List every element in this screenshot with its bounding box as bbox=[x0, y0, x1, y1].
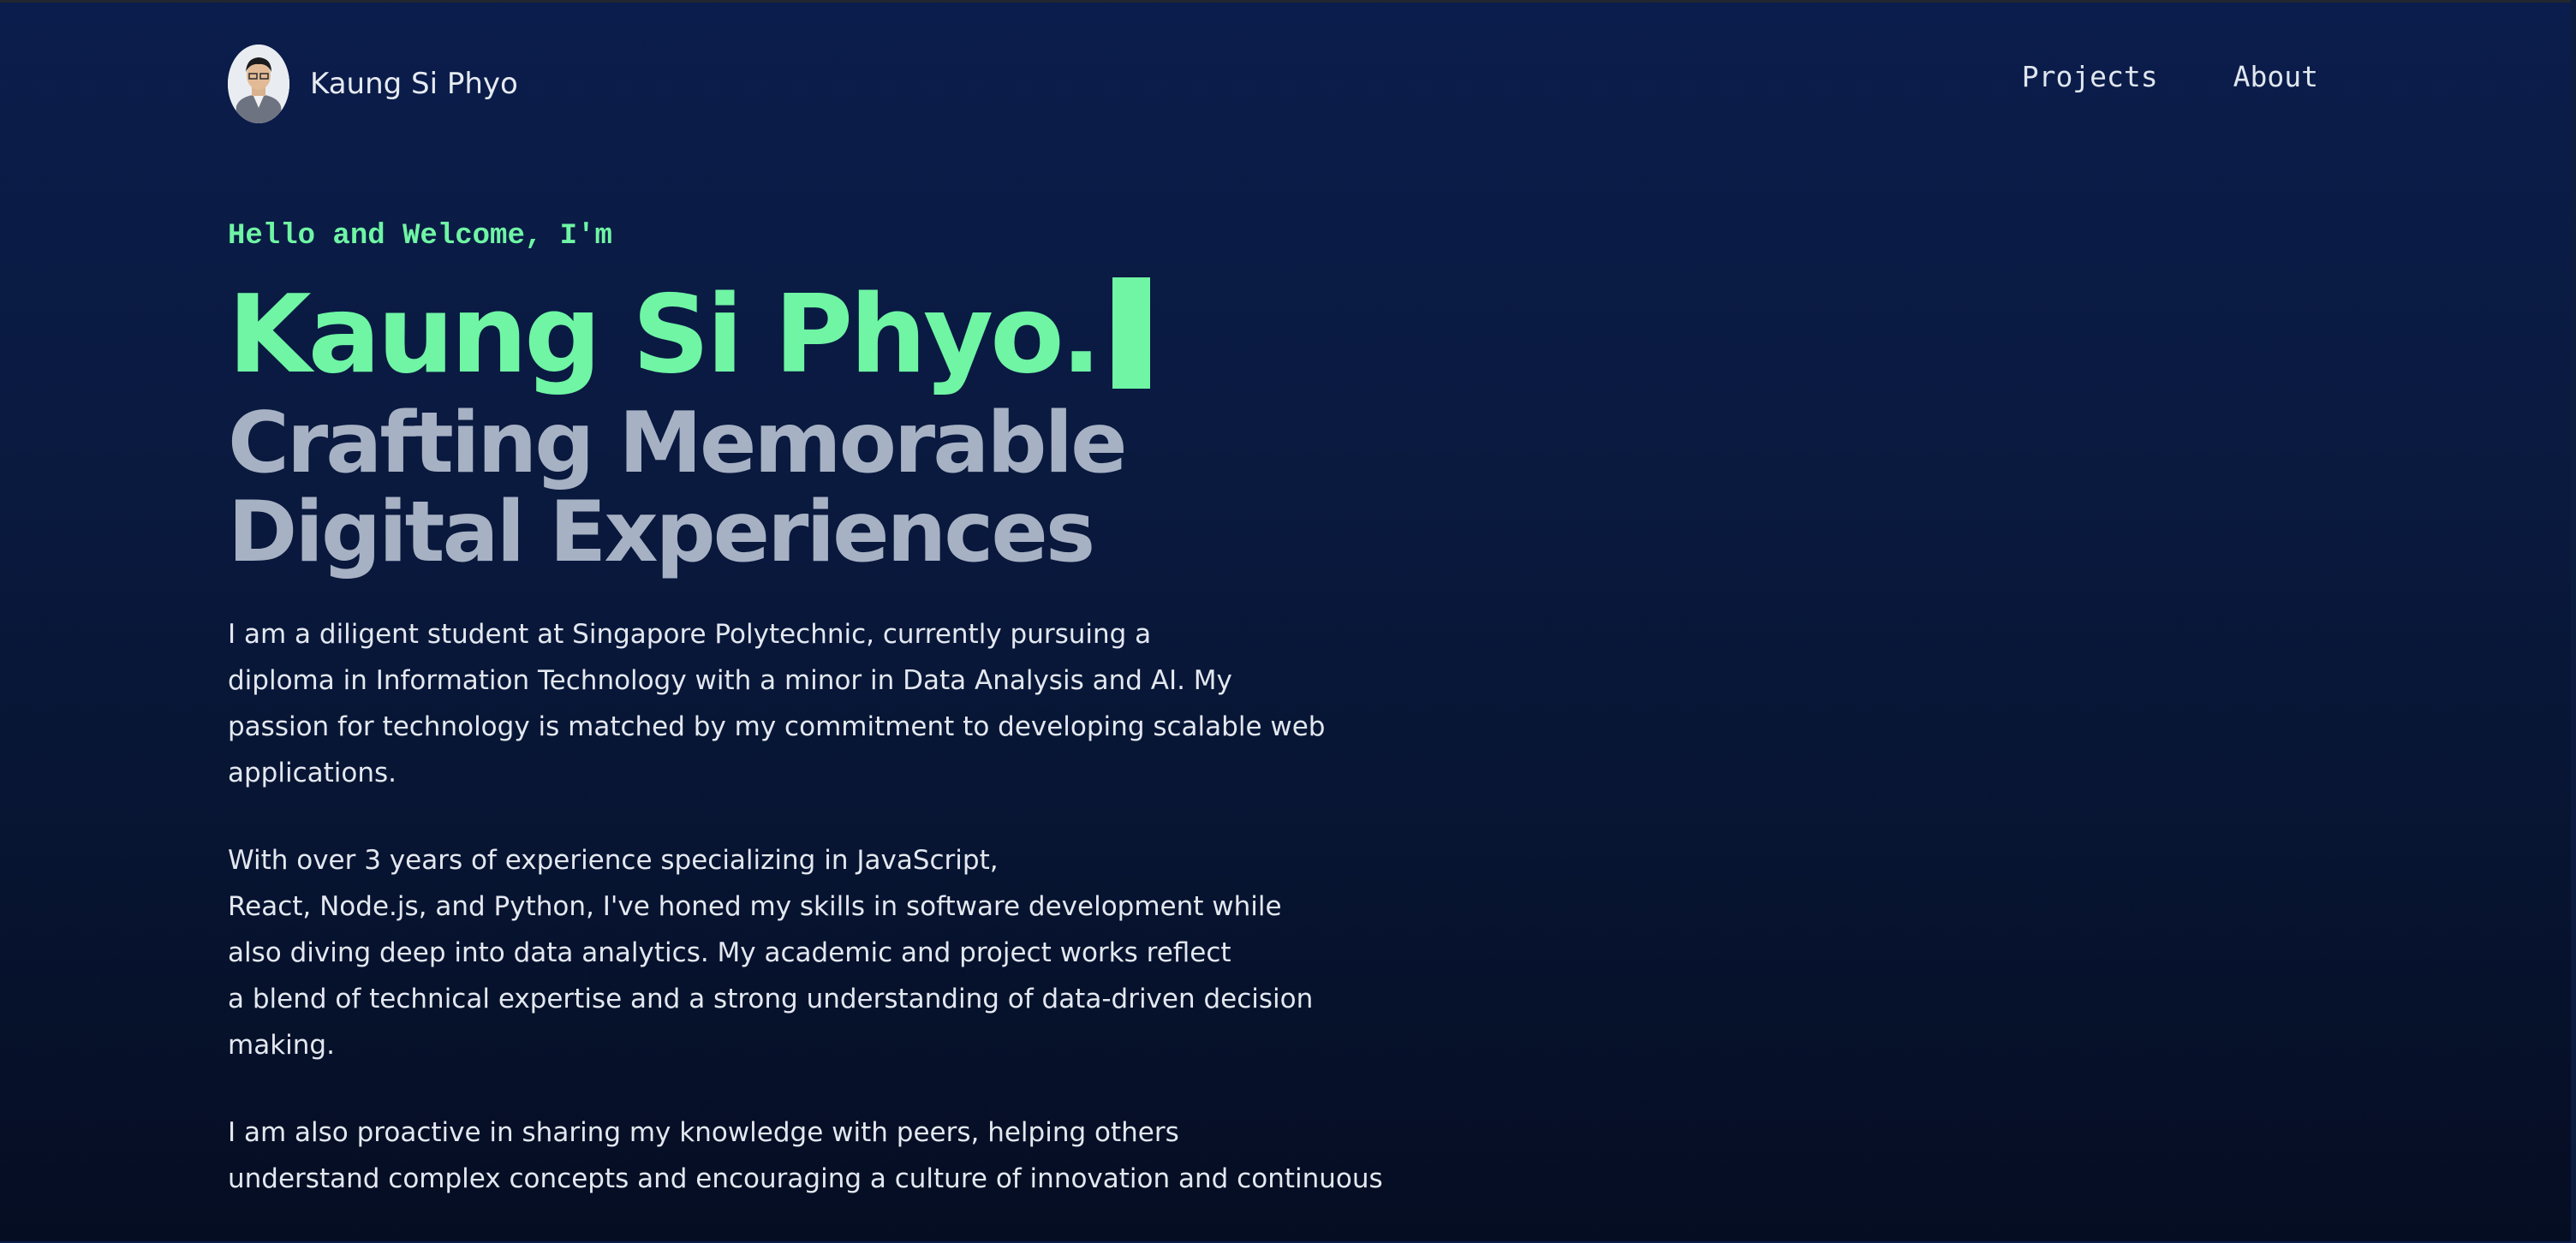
avatar bbox=[228, 45, 289, 123]
bio-line: React, Node.js, and Python, I've honed m… bbox=[228, 891, 1282, 922]
bio-line: a blend of technical expertise and a str… bbox=[228, 984, 1314, 1014]
bio-line: making. bbox=[228, 1030, 335, 1061]
bio-line: understand complex concepts and encourag… bbox=[228, 1163, 1383, 1194]
hero-section: Hello and Welcome, I'm Kaung Si Phyo. Cr… bbox=[228, 216, 1427, 1243]
brand-home-link[interactable]: Kaung Si Phyo bbox=[228, 45, 518, 123]
brand-name: Kaung Si Phyo bbox=[310, 67, 518, 101]
bio-line: I am a diligent student at Singapore Pol… bbox=[228, 619, 1152, 650]
bio-paragraph: I am also proactive in sharing my knowle… bbox=[228, 1109, 1383, 1202]
bio-line: also diving deep into data analytics. My… bbox=[228, 937, 1231, 968]
bio-line: applications. bbox=[228, 758, 397, 788]
avatar-portrait bbox=[228, 45, 289, 123]
scrollbar[interactable] bbox=[2571, 0, 2576, 1241]
bio-paragraph: With over 3 years of experience speciali… bbox=[228, 837, 1341, 1068]
main-nav: Projects About bbox=[2022, 60, 2318, 93]
bio-paragraph: I am a diligent student at Singapore Pol… bbox=[228, 611, 1341, 796]
tagline-line: Crafting Memorable bbox=[228, 395, 1128, 492]
tagline: Crafting Memorable Digital Experiences bbox=[228, 399, 1427, 577]
bio: I am a diligent student at Singapore Pol… bbox=[228, 611, 1383, 1202]
greeting-text: Hello and Welcome, I'm bbox=[228, 220, 612, 253]
tagline-line: Digital Experiences bbox=[228, 484, 1095, 581]
bio-line: With over 3 years of experience speciali… bbox=[228, 845, 999, 876]
nav-link-projects[interactable]: Projects bbox=[2022, 60, 2158, 93]
bio-line: I am also proactive in sharing my knowle… bbox=[228, 1117, 1179, 1148]
bio-line: passion for technology is matched by my … bbox=[228, 711, 1326, 742]
window-top-border bbox=[0, 0, 2576, 3]
name-heading-row: Kaung Si Phyo. bbox=[228, 274, 1427, 396]
bio-line: diploma in Information Technology with a… bbox=[228, 665, 1232, 696]
name-heading: Kaung Si Phyo. bbox=[228, 271, 1102, 397]
nav-link-about[interactable]: About bbox=[2233, 60, 2318, 93]
text-cursor-icon bbox=[1112, 277, 1150, 389]
